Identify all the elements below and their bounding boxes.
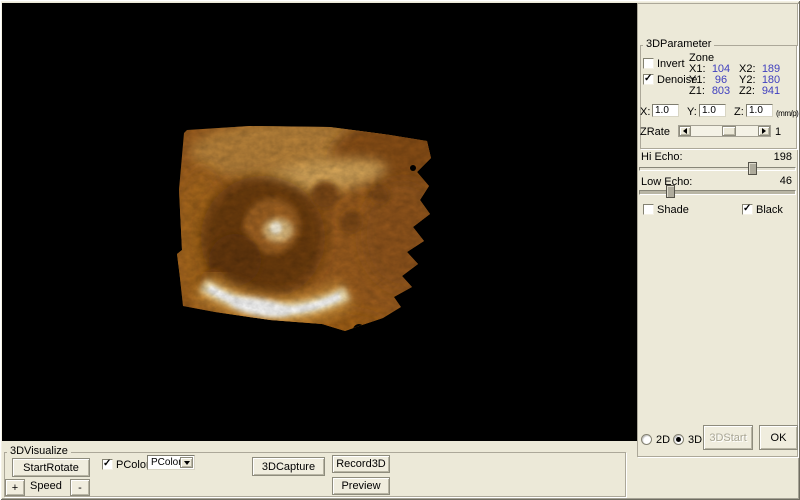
- shade-checkbox[interactable]: [643, 204, 654, 215]
- chevron-down-icon: [184, 461, 190, 465]
- shade-label: Shade: [657, 205, 689, 216]
- ok-button[interactable]: OK: [759, 425, 798, 450]
- scale-x-input[interactable]: [652, 104, 679, 117]
- zone-z2-value: 941: [758, 86, 784, 97]
- low-echo-value: 46: [760, 176, 792, 187]
- zrate-scrollbar[interactable]: [678, 125, 771, 137]
- zrate-right-arrow-button[interactable]: [758, 126, 770, 136]
- record-3d-button[interactable]: Record3D: [332, 455, 390, 473]
- pcolor-combobox[interactable]: PColor: [147, 455, 195, 470]
- app-window: 3DParameter Invert Denoise Zone X1: 104 …: [0, 0, 800, 500]
- mode-2d-radio[interactable]: [641, 434, 652, 445]
- low-echo-slider-track[interactable]: [639, 190, 796, 195]
- scale-z-input[interactable]: [746, 104, 773, 117]
- black-checkbox[interactable]: [742, 204, 753, 215]
- black-label: Black: [756, 205, 783, 216]
- zone-z1-value: 803: [708, 86, 734, 97]
- pcolor-checkbox[interactable]: [102, 459, 113, 470]
- scale-y-label: Y:: [687, 107, 697, 118]
- speed-minus-button[interactable]: -: [70, 479, 90, 496]
- pcolor-combo-value: PColor: [151, 457, 182, 468]
- low-echo-slider-thumb[interactable]: [666, 185, 675, 198]
- left-arrow-icon: [683, 128, 687, 134]
- capture-3d-button[interactable]: 3DCapture: [252, 457, 325, 476]
- zrate-left-arrow-button[interactable]: [679, 126, 691, 136]
- mode-2d-label: 2D: [656, 435, 670, 446]
- ultrasound-render: [175, 100, 437, 345]
- parameter-group-title: 3DParameter: [643, 39, 714, 50]
- scale-x-label: X:: [640, 107, 650, 118]
- pcolor-label: PColor: [116, 460, 150, 471]
- pcolor-combo-dropdown-button[interactable]: [180, 457, 193, 468]
- mode-3d-radio[interactable]: [673, 434, 684, 445]
- hi-echo-value: 198: [760, 152, 792, 163]
- zrate-value: 1: [773, 127, 783, 138]
- invert-checkbox[interactable]: [643, 58, 654, 69]
- render-viewport[interactable]: [2, 3, 637, 441]
- hi-echo-slider-track[interactable]: [639, 167, 796, 171]
- scale-z-label: Z:: [734, 107, 744, 118]
- scale-unit-label: (mm/p): [776, 108, 798, 119]
- start-rotate-button[interactable]: StartRotate: [12, 458, 90, 477]
- zrate-label: ZRate: [640, 127, 670, 138]
- speed-plus-button[interactable]: +: [5, 479, 25, 496]
- invert-label: Invert: [657, 59, 685, 70]
- right-arrow-icon: [762, 128, 766, 134]
- denoise-checkbox[interactable]: [643, 74, 654, 85]
- hi-echo-slider-thumb[interactable]: [748, 162, 757, 175]
- preview-button[interactable]: Preview: [332, 477, 390, 495]
- zone-z2-label: Z2:: [739, 86, 755, 97]
- start-3d-button[interactable]: 3DStart: [703, 425, 753, 450]
- mode-3d-label: 3D: [688, 435, 702, 446]
- zone-z1-label: Z1:: [689, 86, 705, 97]
- hi-echo-label: Hi Echo:: [641, 152, 683, 163]
- speed-label: Speed: [30, 481, 62, 492]
- zrate-thumb[interactable]: [722, 126, 736, 136]
- scale-y-input[interactable]: [699, 104, 726, 117]
- visualize-group-title: 3DVisualize: [7, 446, 71, 457]
